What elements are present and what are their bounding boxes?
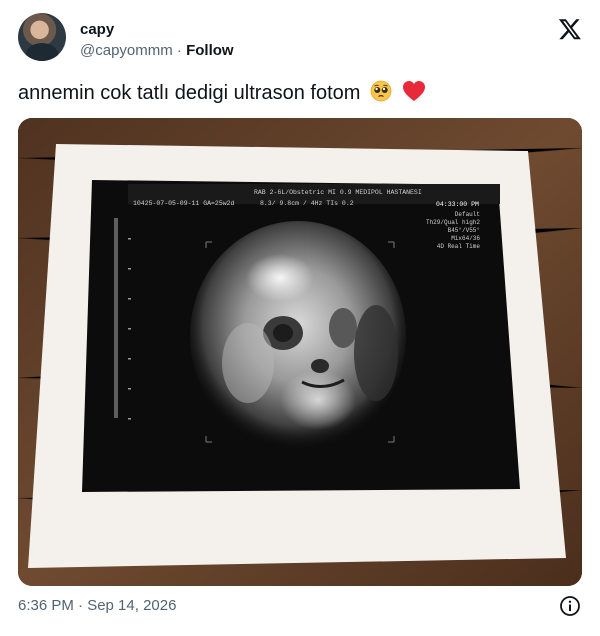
x-logo-icon[interactable] (558, 17, 582, 41)
follow-button[interactable]: Follow (186, 42, 234, 59)
ultrasound-setting-2: Th29/Qual high2 (426, 219, 480, 226)
tweet-timestamp[interactable]: 6:36 PM · Sep 14, 2026 (18, 597, 176, 614)
ultrasound-setting-5: 4D Real Time (437, 243, 481, 250)
tweet-text-body: annemin cok tatlı dedigi ultrason fotom (18, 82, 361, 104)
pleading-face-icon (370, 80, 392, 102)
info-icon[interactable] (559, 595, 581, 617)
ultrasound-setting-4: Mix64/36 (451, 235, 480, 242)
ultrasound-setting-1: Default (455, 211, 480, 218)
ultrasound-line1: RAB 2-6L/Obstetric MI 0.9 MEDIPOL HASTAN… (254, 189, 422, 196)
tweet-header: capy @capyommm · Follow (18, 13, 584, 65)
author-handle-row: @capyommm · Follow (80, 42, 234, 59)
author-name[interactable]: capy (80, 21, 114, 38)
separator: · (176, 42, 182, 59)
ultrasound-line2: 8.3/ 9.8cm / 4Hz TIs 0.2 (260, 200, 354, 207)
ultrasound-clock: 04:33:00 PM (436, 201, 479, 208)
author-handle[interactable]: @capyommm (80, 42, 173, 59)
red-heart-icon (402, 81, 425, 101)
tweet-text: annemin cok tatlı dedigi ultrason fotom (18, 80, 426, 106)
ultrasound-photo-image: 10425-07-05-09-11 GA=25w2d RAB 2-6L/Obst… (18, 118, 582, 586)
avatar[interactable] (18, 13, 66, 61)
ultrasound-header-left: 10425-07-05-09-11 GA=25w2d (133, 200, 235, 207)
tweet-photo[interactable]: 10425-07-05-09-11 GA=25w2d RAB 2-6L/Obst… (18, 118, 582, 586)
ultrasound-setting-3: B45°/V55° (448, 227, 480, 234)
